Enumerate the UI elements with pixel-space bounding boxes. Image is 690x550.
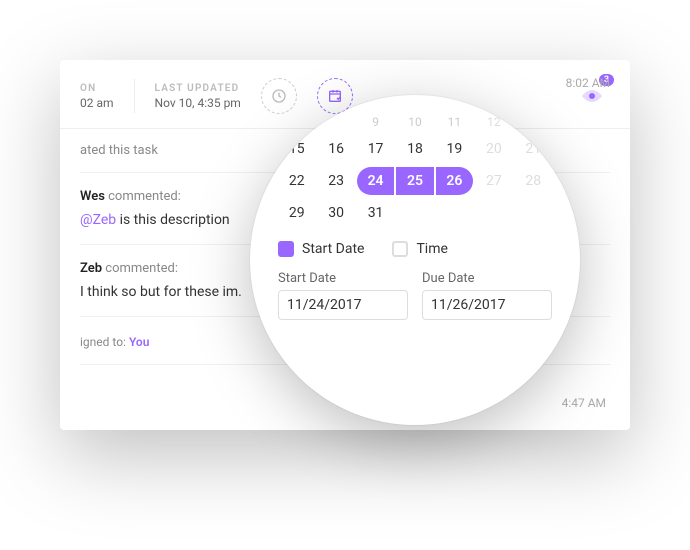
cal-day[interactable]: 23 bbox=[317, 167, 354, 195]
created-on-label: ON bbox=[80, 83, 114, 94]
assigned-you[interactable]: You bbox=[129, 335, 149, 349]
checkbox-icon bbox=[278, 241, 294, 257]
cal-wd: 9 bbox=[357, 113, 394, 131]
clock-icon[interactable] bbox=[261, 78, 297, 114]
created-task-text: ated this task bbox=[80, 143, 158, 158]
last-updated-value: Nov 10, 4:35 pm bbox=[155, 96, 241, 110]
created-on-value: 02 am bbox=[80, 96, 114, 110]
cal-day[interactable]: 27 bbox=[475, 167, 512, 195]
comment-2-author: Zeb bbox=[80, 261, 102, 276]
last-updated-block: LAST UPDATED Nov 10, 4:35 pm bbox=[155, 83, 241, 110]
start-date-input[interactable]: 11/24/2017 bbox=[278, 290, 408, 320]
time-checkbox[interactable]: Time bbox=[392, 241, 447, 257]
start-date-checkbox[interactable]: Start Date bbox=[278, 241, 364, 257]
cal-day[interactable]: 16 bbox=[317, 135, 354, 163]
date-picker-zoom: 910111213 15161718192021 22232425262728 … bbox=[250, 95, 580, 425]
cal-day[interactable]: 28 bbox=[515, 167, 552, 195]
cal-day-selected[interactable]: 26 bbox=[436, 167, 473, 195]
time-cb-label: Time bbox=[416, 241, 447, 257]
cal-day[interactable]: 22 bbox=[278, 167, 315, 195]
cal-day[interactable]: 31 bbox=[357, 199, 394, 227]
last-updated-label: LAST UPDATED bbox=[155, 83, 241, 94]
cal-day[interactable]: 19 bbox=[436, 135, 473, 163]
mention[interactable]: @Zeb bbox=[80, 212, 116, 228]
comment-1-author: Wes bbox=[80, 189, 105, 204]
start-date-label: Start Date bbox=[278, 271, 408, 286]
comment-1-suffix: commented: bbox=[105, 189, 181, 204]
cal-wd: 11 bbox=[436, 113, 473, 131]
cal-wd: 10 bbox=[396, 113, 433, 131]
ts-bottom: 4:47 AM bbox=[562, 396, 606, 410]
due-date-label: Due Date bbox=[422, 271, 552, 286]
cal-day[interactable]: 18 bbox=[396, 135, 433, 163]
start-date-cb-label: Start Date bbox=[302, 241, 364, 257]
calendar-grid: 910111213 15161718192021 22232425262728 … bbox=[278, 113, 552, 227]
cal-day[interactable]: 29 bbox=[278, 199, 315, 227]
due-date-input[interactable]: 11/26/2017 bbox=[422, 290, 552, 320]
cal-day-selected[interactable]: 24 bbox=[357, 167, 394, 195]
cal-day[interactable]: 17 bbox=[357, 135, 394, 163]
cal-day[interactable]: 20 bbox=[475, 135, 512, 163]
checkbox-icon bbox=[392, 241, 408, 257]
assigned-prefix: igned to: bbox=[80, 335, 129, 349]
cal-day[interactable]: 30 bbox=[317, 199, 354, 227]
comment-1-text: is this description bbox=[116, 212, 230, 228]
ts-top: 8:02 AM bbox=[566, 76, 610, 90]
comment-2-suffix: commented: bbox=[102, 261, 178, 276]
created-on-block: ON 02 am bbox=[80, 83, 114, 110]
divider bbox=[134, 79, 135, 113]
cal-day-selected[interactable]: 25 bbox=[396, 167, 433, 195]
